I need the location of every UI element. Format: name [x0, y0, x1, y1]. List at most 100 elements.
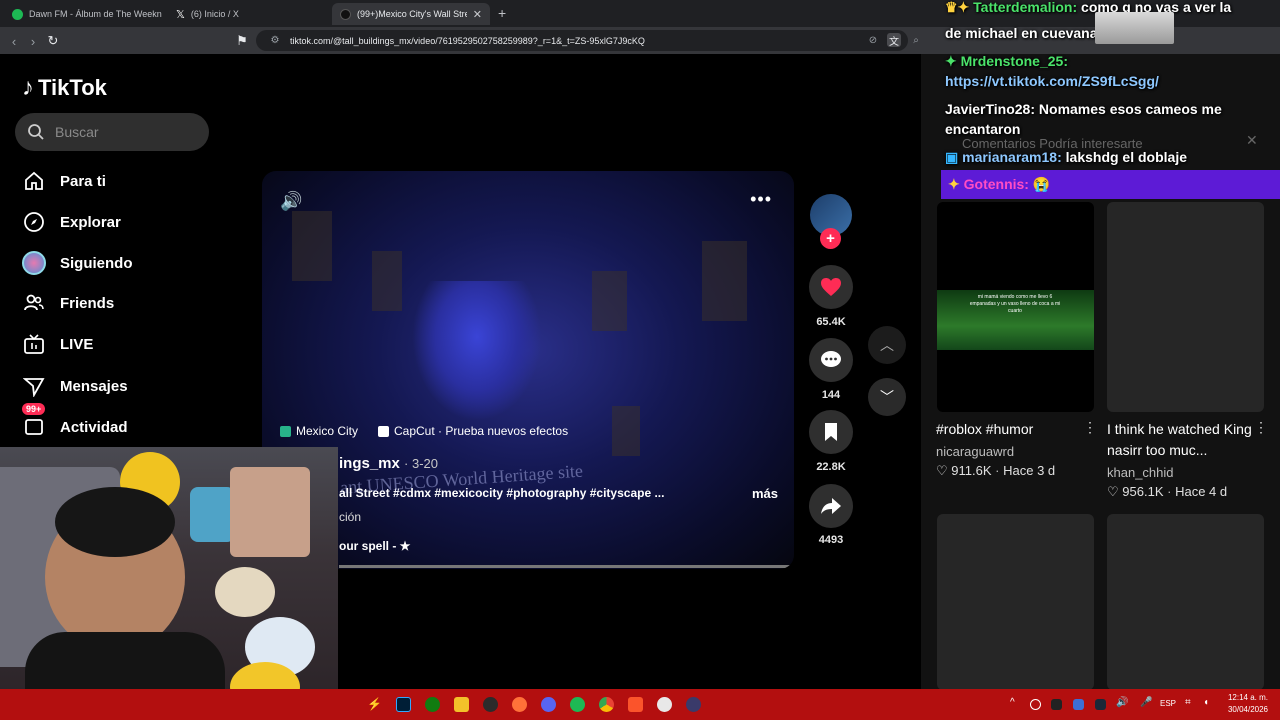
search-input[interactable] — [55, 124, 195, 140]
tiktok-logo[interactable]: ♪ TikTok — [22, 74, 107, 102]
building-window — [702, 241, 747, 321]
inbox-icon: 99+ — [22, 403, 46, 439]
system-clock[interactable]: 12:14 a. m. 30/04/2026 — [1222, 692, 1274, 716]
chat-message: ▣ marianaram18: lakshdg el doblaje — [945, 149, 1188, 165]
more-options-icon[interactable]: ⋮ — [1254, 419, 1268, 436]
more-options-icon[interactable]: ••• — [750, 189, 772, 210]
photoshop-icon[interactable] — [396, 697, 411, 712]
recommended-likes: 911.6K — [951, 463, 992, 478]
share-button[interactable] — [809, 484, 853, 528]
capcut-chip[interactable]: CapCut · Prueba nuevos efectos — [378, 420, 568, 442]
bookmark-icon[interactable]: ⚑ — [232, 31, 252, 51]
url-bar[interactable]: ⚙ tiktok.com/@tall_buildings_mx/video/76… — [256, 30, 908, 51]
tray-chevron-icon[interactable]: ^ — [1010, 697, 1015, 708]
translate-icon[interactable]: 文 — [887, 33, 901, 48]
discord-icon[interactable] — [541, 697, 556, 712]
steam-icon[interactable] — [1095, 699, 1106, 710]
friends-icon — [22, 291, 46, 315]
music-label[interactable]: our spell - ★ — [339, 539, 410, 553]
chrome-icon[interactable] — [599, 697, 614, 712]
more-caption-button[interactable]: más — [752, 486, 778, 501]
send-icon — [22, 374, 46, 398]
volume-icon[interactable]: 🔊 — [280, 191, 302, 212]
reload-icon[interactable]: ↻ — [43, 31, 63, 51]
recommended-title[interactable]: I think he watched King nasirr too muc..… — [1107, 419, 1257, 461]
comment-button[interactable] — [809, 338, 853, 382]
building-window — [292, 211, 332, 281]
browser-tab-tiktok[interactable]: (99+)Mexico City's Wall Stree ✕ — [332, 3, 490, 25]
video-author[interactable]: ings_mx · 3-20 — [339, 455, 438, 472]
obs-icon[interactable] — [483, 697, 498, 712]
recommended-title[interactable]: #roblox #humor — [936, 419, 1086, 440]
home-icon — [22, 169, 46, 193]
sparkle-icon: ✦ — [948, 176, 960, 192]
recommended-likes: 956.1K — [1122, 484, 1164, 499]
cortana-icon[interactable] — [657, 697, 672, 712]
location-chip[interactable]: Mexico City — [280, 420, 358, 442]
recommended-video-thumb[interactable] — [1107, 514, 1264, 690]
comment-count: 144 — [821, 389, 841, 401]
clock-date: 30/04/2026 — [1227, 705, 1269, 714]
nav-friends[interactable]: Friends — [22, 290, 114, 316]
microphone-icon[interactable]: 🎤 — [1140, 697, 1152, 708]
previous-video-button[interactable]: ︿ — [868, 326, 906, 364]
heart-outline-icon: ♡ — [936, 463, 948, 478]
x-logo-icon: 𝕏 — [176, 8, 185, 21]
spotify-icon[interactable] — [570, 697, 585, 712]
like-button[interactable] — [809, 265, 853, 309]
url-text: tiktok.com/@tall_buildings_mx/video/7619… — [290, 35, 645, 46]
new-tab-button[interactable]: + — [498, 5, 506, 21]
volume-icon[interactable]: 🔊 — [1116, 697, 1128, 708]
recommended-video-thumb[interactable] — [937, 514, 1094, 690]
brave-icon[interactable] — [628, 697, 643, 712]
recommended-video-thumb[interactable]: mi mamá viendo como me llevo 6 empanadas… — [937, 202, 1094, 412]
file-explorer-icon[interactable] — [454, 697, 469, 712]
nav-label: Para ti — [60, 172, 106, 190]
crown-icon: ♛✦ — [945, 0, 970, 15]
search-box[interactable] — [15, 113, 209, 151]
site-info-icon[interactable]: ⚙ — [268, 34, 282, 48]
search-icon — [28, 124, 44, 140]
recommended-meta: ♡ 956.1K · Hace 4 d — [1107, 484, 1228, 499]
nav-explorar[interactable]: Explorar — [22, 209, 121, 235]
tray-app-icon[interactable] — [1073, 699, 1084, 710]
nav-live[interactable]: LIVE — [22, 331, 93, 357]
browser-tab-spotify[interactable]: Dawn FM - Álbum de The Weeknd | S — [4, 3, 162, 25]
nav-actividad[interactable]: 99+ Actividad — [22, 403, 128, 440]
share-count: 4493 — [818, 534, 844, 546]
tab-title: (6) Inicio / X — [190, 9, 239, 19]
tray-app-icon[interactable] — [1051, 699, 1062, 710]
crying-emoji-icon: 😭 — [1032, 176, 1051, 192]
next-video-button[interactable]: ﹀ — [868, 378, 906, 416]
recommended-user[interactable]: nicaraguawrd — [936, 444, 1014, 459]
recommended-user[interactable]: khan_chhid — [1107, 465, 1174, 480]
close-tab-icon[interactable]: ✕ — [473, 8, 482, 21]
chat-message: encantaron — [945, 121, 1021, 137]
chat-highlight-message: ✦ Gotennis: 😭 — [948, 176, 1051, 192]
app-icon[interactable] — [686, 697, 701, 712]
tray-app-icon[interactable] — [1030, 699, 1041, 710]
video-progress-bar[interactable] — [339, 565, 794, 568]
browser-tab-x[interactable]: 𝕏 (6) Inicio / X — [168, 3, 326, 25]
network-icon[interactable]: ⌗ — [1185, 697, 1191, 708]
no-tracking-icon[interactable]: ⊘ — [866, 33, 880, 47]
save-button[interactable] — [809, 410, 853, 454]
sparkle-icon: ✦ — [945, 53, 957, 69]
firefox-icon[interactable] — [512, 697, 527, 712]
language-indicator[interactable]: ESP — [1160, 699, 1176, 708]
more-options-icon[interactable]: ⋮ — [1083, 419, 1097, 436]
follow-plus-button[interactable]: + — [820, 228, 841, 249]
video-player[interactable]: ant UNESCO World Heritage site 🔊 ••• Mex… — [262, 171, 794, 569]
nav-siguiendo[interactable]: Siguiendo — [22, 250, 133, 276]
recommended-video-thumb[interactable] — [1107, 202, 1264, 412]
following-avatar-icon — [22, 251, 46, 275]
back-icon[interactable]: ‹ — [4, 31, 24, 51]
speaker-icon[interactable]: ◖ — [1203, 697, 1209, 708]
xbox-icon[interactable] — [425, 697, 440, 712]
tab-title: Dawn FM - Álbum de The Weeknd | S — [29, 9, 162, 19]
lightning-app-icon[interactable]: ⚡ — [367, 697, 382, 712]
zoom-icon[interactable]: ⌕ — [909, 33, 923, 47]
forward-icon[interactable]: › — [23, 31, 43, 51]
nav-para-ti[interactable]: Para ti — [22, 168, 106, 194]
nav-mensajes[interactable]: Mensajes — [22, 373, 128, 399]
